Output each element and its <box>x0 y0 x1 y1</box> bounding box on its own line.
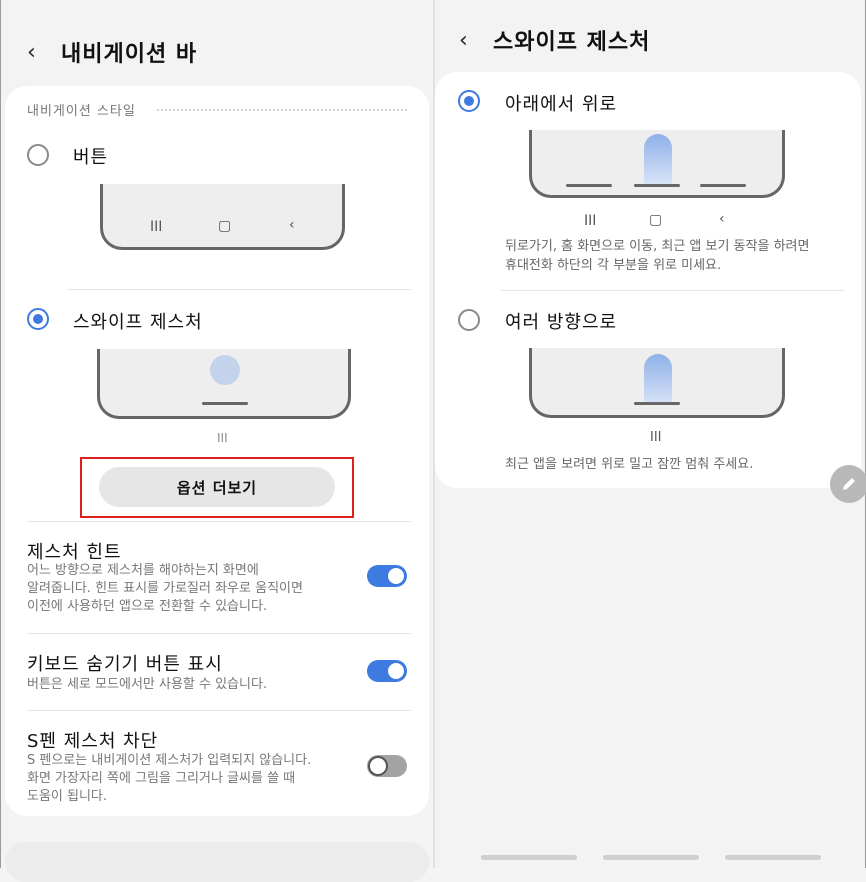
gesture-hint-line <box>634 402 680 405</box>
gesture-segment <box>700 184 746 187</box>
back-icon: ‹ <box>719 211 725 227</box>
gesture-hint-toggle[interactable] <box>367 565 407 587</box>
touch-indicator <box>210 355 240 385</box>
radio-swipe-gestures[interactable] <box>27 308 49 330</box>
radio-buttons[interactable] <box>27 144 49 166</box>
highlight-box <box>80 457 354 518</box>
option-multi-label[interactable]: 여러 방향으로 <box>505 308 617 334</box>
desc-line: S 펜으로는 내비게이션 제스처가 입력되지 않습니다. <box>27 753 312 768</box>
keyboard-hide-toggle[interactable] <box>367 660 407 682</box>
spen-block-toggle[interactable] <box>367 755 407 777</box>
gesture-hint-icon: III <box>650 430 662 445</box>
separator <box>27 521 411 522</box>
separator <box>27 633 411 634</box>
section-divider <box>157 109 407 111</box>
back-button[interactable]: ‹ <box>27 40 51 65</box>
gesture-hint-icon: III <box>217 431 228 445</box>
multi-direction-desc: 최근 앱을 보려면 위로 밀고 잠깐 멈춰 주세요. <box>505 455 753 474</box>
keyboard-hide-desc: 버튼은 세로 모드에서만 사용할 수 있습니다. <box>27 676 267 694</box>
desc-line: 휴대전화 하단의 각 부분을 위로 미세요. <box>505 258 722 273</box>
bottom-gesture-bar <box>481 855 577 860</box>
gesture-segment <box>566 184 612 187</box>
gesture-hint-title: 제스처 힌트 <box>27 542 122 563</box>
next-card-peek <box>5 842 429 882</box>
swipe-gestures-screen: ‹ 스와이프 제스처 아래에서 위로 III ▢ ‹ 뒤로가기, 홈 화면으로 … <box>435 0 866 868</box>
desc-line: 뒤로가기, 홈 화면으로 이동, 최근 앱 보기 동작을 하려면 <box>505 239 810 254</box>
swipe-up-indicator <box>644 354 672 404</box>
spen-block-title: S펜 제스처 차단 <box>27 731 159 752</box>
multi-direction-preview <box>529 348 785 418</box>
settings-card: 내비게이션 스타일 버튼 III ▢ ‹ 스와이프 제스처 III 옵션 더보기… <box>5 86 429 816</box>
home-icon: ▢ <box>218 218 232 234</box>
gesture-hint-desc: 어느 방향으로 제스처를 해야하는지 화면에 알려줍니다. 힌트 표시를 가로질… <box>27 562 303 616</box>
home-icon: ▢ <box>649 212 663 228</box>
desc-line: 도움이 됩니다. <box>27 789 108 804</box>
pencil-icon[interactable] <box>830 465 866 503</box>
desc-line: 어느 방향으로 제스처를 해야하는지 화면에 <box>27 563 259 578</box>
radio-multi-direction[interactable] <box>458 309 480 331</box>
gesture-hint-line <box>202 402 248 405</box>
option-swipe-label[interactable]: 스와이프 제스처 <box>73 308 203 334</box>
buttons-preview: III ▢ ‹ <box>100 184 345 250</box>
toggle-knob <box>386 566 406 586</box>
separator <box>27 710 411 711</box>
back-icon: ‹ <box>289 217 295 233</box>
keyboard-hide-title: 키보드 숨기기 버튼 표시 <box>27 654 223 675</box>
bottom-up-preview <box>529 130 785 198</box>
spen-block-desc: S 펜으로는 내비게이션 제스처가 입력되지 않습니다. 화면 가장자리 쪽에 … <box>27 752 311 806</box>
toggle-knob <box>386 661 406 681</box>
desc-line: 이전에 사용하던 앱으로 전환할 수 있습니다. <box>27 599 268 614</box>
page-title: 내비게이션 바 <box>61 42 198 67</box>
navigation-bar-settings-screen: ‹ 내비게이션 바 내비게이션 스타일 버튼 III ▢ ‹ 스와이프 제스처 … <box>1 0 433 882</box>
bottom-gesture-bar <box>603 855 699 860</box>
separator <box>67 289 411 290</box>
header: ‹ 내비게이션 바 <box>27 32 197 72</box>
bottom-up-desc: 뒤로가기, 홈 화면으로 이동, 최근 앱 보기 동작을 하려면 휴대전화 하단… <box>505 237 809 275</box>
swipe-options-card: 아래에서 위로 III ▢ ‹ 뒤로가기, 홈 화면으로 이동, 최근 앱 보기… <box>435 72 861 488</box>
toggle-knob <box>368 756 388 776</box>
option-bottom-up-label[interactable]: 아래에서 위로 <box>505 90 617 116</box>
desc-line: 최근 앱을 보려면 위로 밀고 잠깐 멈춰 주세요. <box>505 457 754 472</box>
desc-line: 버튼은 세로 모드에서만 사용할 수 있습니다. <box>27 677 268 692</box>
section-label: 내비게이션 스타일 <box>27 104 136 119</box>
header: ‹ 스와이프 제스처 <box>459 20 650 60</box>
recents-icon: III <box>584 213 597 229</box>
desc-line: 알려줍니다. 힌트 표시를 가로질러 좌우로 움직이면 <box>27 581 303 596</box>
desc-line: 화면 가장자리 쪽에 그림을 그리거나 글씨를 쓸 때 <box>27 771 296 786</box>
radio-bottom-up[interactable] <box>458 90 480 112</box>
separator <box>501 290 845 291</box>
swipe-up-indicator <box>644 134 672 184</box>
page-title: 스와이프 제스처 <box>493 30 651 55</box>
back-button[interactable]: ‹ <box>459 28 483 53</box>
swipe-preview <box>97 349 351 419</box>
option-buttons-label[interactable]: 버튼 <box>73 143 108 169</box>
recents-icon: III <box>150 219 163 235</box>
gesture-segment <box>634 184 680 187</box>
bottom-gesture-bar <box>725 855 821 860</box>
